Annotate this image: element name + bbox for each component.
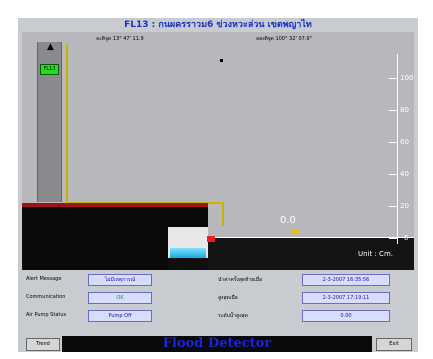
pit-floor: [168, 258, 208, 270]
scale-tick: [389, 142, 397, 143]
latitude-label: ละติจูด 13° 47' 11.9: [96, 36, 144, 42]
water-level-value: 0.0: [280, 215, 296, 226]
scale-tick: [389, 238, 397, 239]
alert-value: ไม่มีเหตุการณ์: [88, 274, 152, 286]
scale-tick: [389, 174, 397, 175]
scale-label-60: 60: [400, 138, 409, 146]
exit-button[interactable]: Exit: [376, 338, 412, 351]
max-level-label: ระดับน้ำสูงสุด: [218, 313, 248, 319]
alert-label: Alert Message: [26, 276, 62, 282]
scale-label-100: 100: [400, 74, 414, 82]
status-panel: Alert Message ไม่มีเหตุการณ์ Communicati…: [22, 272, 414, 332]
window-title: FL13 : กนผครราวม6 ข่วงหวะล่วน เขตพญาไท: [18, 18, 418, 32]
unit-label: Unit : Cm.: [358, 250, 393, 258]
air-pump-value: Pump Off: [88, 310, 152, 322]
cable-vertical: [66, 44, 68, 204]
sensor-pole: ▲ FL13: [37, 42, 62, 202]
scale-label-0: 0: [404, 234, 409, 242]
communication-label: Communication: [26, 294, 66, 300]
max-level-value: 0.00: [302, 310, 390, 322]
scale-axis: [397, 54, 398, 244]
scale-tick: [389, 206, 397, 207]
communication-value: OK: [88, 292, 152, 304]
flood-scene: ละติจูด 13° 47' 11.9 ลองติจูด 100° 32' 0…: [22, 32, 414, 270]
up-arrow-icon: ▲: [47, 42, 54, 52]
level-marker-icon: [290, 229, 300, 236]
cable-drop: [222, 202, 224, 226]
station-badge: FL13: [40, 64, 59, 75]
last-update-label: นำค่าครั้งสุดท้ายเมื่อ: [218, 277, 263, 283]
road-edge: [208, 237, 414, 238]
scale-tick: [389, 110, 397, 111]
longitude-label: ลองติจูด 100° 32' 07.9": [256, 36, 312, 42]
footer-bar: Trend Flood Detector Exit: [22, 336, 414, 352]
flood-detector-banner: Flood Detector: [62, 336, 372, 352]
max-time-value: 2-3-2007 17:19:11: [302, 292, 390, 304]
flood-detector-window: FL13 : กนผครราวม6 ข่วงหวะล่วน เขตพญาไท ล…: [18, 18, 418, 352]
scale-tick: [389, 78, 397, 79]
bank-rim: [22, 203, 208, 207]
scale-label-80: 80: [400, 106, 409, 114]
scale-label-40: 40: [400, 170, 409, 178]
scale-label-20: 20: [400, 202, 409, 210]
sensor-icon: [207, 236, 215, 242]
pit-water: [170, 248, 206, 258]
map-dot: [220, 59, 223, 62]
last-update-value: 2-3-2007 16:35:56: [302, 274, 390, 286]
trend-button[interactable]: Trend: [26, 338, 60, 351]
max-time-label: สูงสุดเมื่อ: [218, 295, 238, 301]
air-pump-label: Air Pump Status: [26, 312, 67, 318]
